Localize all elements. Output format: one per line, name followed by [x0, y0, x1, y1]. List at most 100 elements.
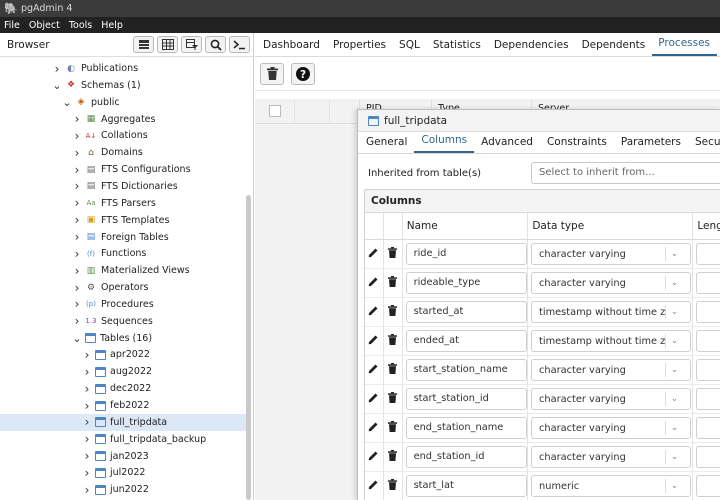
- tab-properties[interactable]: Properties: [327, 39, 393, 56]
- tree-item[interactable]: › jun2022: [0, 481, 250, 498]
- column-length-input[interactable]: [696, 301, 720, 323]
- delete-column-button[interactable]: [384, 326, 403, 356]
- search-objects-button[interactable]: [205, 36, 226, 53]
- tree-item[interactable]: › full_tripdata: [0, 413, 250, 431]
- tree-item[interactable]: › ▣ FTS Templates: [0, 212, 250, 229]
- tab-processes[interactable]: Processes: [652, 37, 718, 56]
- tree-item[interactable]: › jan2023: [0, 448, 250, 465]
- data-type-select[interactable]: timestamp without time zone⌄: [531, 301, 692, 323]
- column-name-input[interactable]: rideable_type: [405, 272, 527, 294]
- data-type-select[interactable]: character varying ⌄: [531, 359, 692, 381]
- tree-item[interactable]: › dec2022: [0, 380, 250, 397]
- edit-column-button[interactable]: [365, 471, 384, 500]
- chevron-right-icon[interactable]: ›: [82, 484, 92, 496]
- delete-column-button[interactable]: [384, 268, 403, 298]
- menu-tools[interactable]: Tools: [69, 20, 92, 31]
- tree-item[interactable]: › 1.3 Sequences: [0, 313, 250, 330]
- delete-column-button[interactable]: [384, 442, 403, 472]
- chevron-right-icon[interactable]: ›: [72, 147, 82, 159]
- tab-dependencies[interactable]: Dependencies: [488, 39, 576, 56]
- column-length-input[interactable]: [696, 475, 720, 497]
- tab-dashboard[interactable]: Dashboard: [257, 39, 327, 56]
- chevron-right-icon[interactable]: ›: [72, 315, 82, 327]
- chevron-right-icon[interactable]: ›: [72, 113, 82, 125]
- chevron-right-icon[interactable]: ›: [52, 63, 62, 75]
- data-type-select[interactable]: numeric ⌄: [531, 475, 692, 497]
- tree-item[interactable]: › full_tripdata_backup: [0, 431, 250, 448]
- menu-help[interactable]: Help: [101, 20, 123, 31]
- menu-file[interactable]: File: [4, 20, 20, 31]
- chevron-right-icon[interactable]: ›: [72, 248, 82, 260]
- column-length-input[interactable]: [696, 359, 720, 381]
- chevron-right-icon[interactable]: ›: [82, 433, 92, 445]
- tab-statistics[interactable]: Statistics: [427, 39, 488, 56]
- chevron-right-icon[interactable]: ›: [72, 231, 82, 243]
- object-explorer-button[interactable]: [133, 36, 154, 53]
- tree-item[interactable]: › jul2022: [0, 464, 250, 481]
- chevron-right-icon[interactable]: ›: [82, 450, 92, 462]
- tree-item[interactable]: › feb2022: [0, 397, 250, 414]
- chevron-right-icon[interactable]: ›: [72, 298, 82, 310]
- delete-column-button[interactable]: [384, 471, 403, 500]
- menu-object[interactable]: Object: [29, 20, 60, 31]
- chevron-down-icon[interactable]: ⌄: [72, 333, 82, 344]
- edit-column-button[interactable]: [365, 442, 384, 472]
- column-length-input[interactable]: [696, 417, 720, 439]
- tree-item[interactable]: › aug2022: [0, 363, 250, 380]
- dialog-tab-security[interactable]: Security: [688, 136, 720, 153]
- help-button[interactable]: ?: [291, 62, 315, 85]
- delete-button[interactable]: [260, 62, 284, 85]
- column-name-input[interactable]: end_station_name: [405, 417, 527, 439]
- edit-column-button[interactable]: [365, 384, 384, 414]
- select-all-checkbox[interactable]: [269, 105, 281, 117]
- tree-item[interactable]: › (p) Procedures: [0, 296, 250, 313]
- column-name-input[interactable]: start_lat: [405, 475, 527, 497]
- tree-item[interactable]: › ⌂ Domains: [0, 144, 250, 161]
- tree-item[interactable]: › (f) Functions: [0, 245, 250, 262]
- edit-column-button[interactable]: [365, 297, 384, 327]
- tree-item[interactable]: ⌄ ◈ public: [0, 94, 250, 111]
- delete-column-button[interactable]: [384, 413, 403, 443]
- delete-column-button[interactable]: [384, 384, 403, 414]
- edit-column-button[interactable]: [365, 326, 384, 356]
- dialog-tab-columns[interactable]: Columns: [414, 134, 475, 153]
- chevron-right-icon[interactable]: ›: [72, 130, 82, 142]
- column-length-input[interactable]: [696, 388, 720, 410]
- dialog-title-bar[interactable]: full_tripdata: [358, 110, 720, 132]
- psql-tool-button[interactable]: [229, 36, 250, 53]
- column-name-input[interactable]: ride_id: [405, 243, 527, 265]
- column-length-input[interactable]: [696, 330, 720, 352]
- delete-column-button[interactable]: [384, 355, 403, 385]
- edit-column-button[interactable]: [365, 268, 384, 298]
- chevron-right-icon[interactable]: ›: [72, 265, 82, 277]
- edit-column-button[interactable]: [365, 355, 384, 385]
- column-length-input[interactable]: [696, 446, 720, 468]
- dialog-tab-advanced[interactable]: Advanced: [474, 136, 540, 153]
- dialog-tab-parameters[interactable]: Parameters: [614, 136, 688, 153]
- tree-item[interactable]: ⌄ ❖ Schemas (1): [0, 77, 250, 94]
- data-type-select[interactable]: character varying ⌄: [531, 417, 692, 439]
- dialog-tab-constraints[interactable]: Constraints: [540, 136, 614, 153]
- column-name-input[interactable]: started_at: [405, 301, 527, 323]
- filtered-rows-button[interactable]: [181, 36, 202, 53]
- column-name-input[interactable]: ended_at: [405, 330, 527, 352]
- tab-sql[interactable]: SQL: [393, 39, 427, 56]
- view-data-button[interactable]: [157, 36, 178, 53]
- column-name-input[interactable]: start_station_name: [405, 359, 527, 381]
- chevron-right-icon[interactable]: ›: [72, 214, 82, 226]
- tree-item[interactable]: › ⚙ Operators: [0, 279, 250, 296]
- tree-item[interactable]: › ▥ Materialized Views: [0, 262, 250, 279]
- data-type-select[interactable]: character varying ⌄: [531, 243, 692, 265]
- data-type-select[interactable]: character varying ⌄: [531, 388, 692, 410]
- tree-item[interactable]: ⌄ Tables (16): [0, 330, 250, 347]
- chevron-right-icon[interactable]: ›: [82, 416, 92, 428]
- tree-item[interactable]: › apr2022: [0, 346, 250, 363]
- delete-column-button[interactable]: [384, 297, 403, 327]
- chevron-right-icon[interactable]: ›: [72, 282, 82, 294]
- data-type-select[interactable]: character varying ⌄: [531, 446, 692, 468]
- chevron-right-icon[interactable]: ›: [72, 180, 82, 192]
- chevron-right-icon[interactable]: ›: [72, 197, 82, 209]
- chevron-right-icon[interactable]: ›: [82, 366, 92, 378]
- edit-column-button[interactable]: [365, 239, 384, 269]
- column-length-input[interactable]: [696, 243, 720, 265]
